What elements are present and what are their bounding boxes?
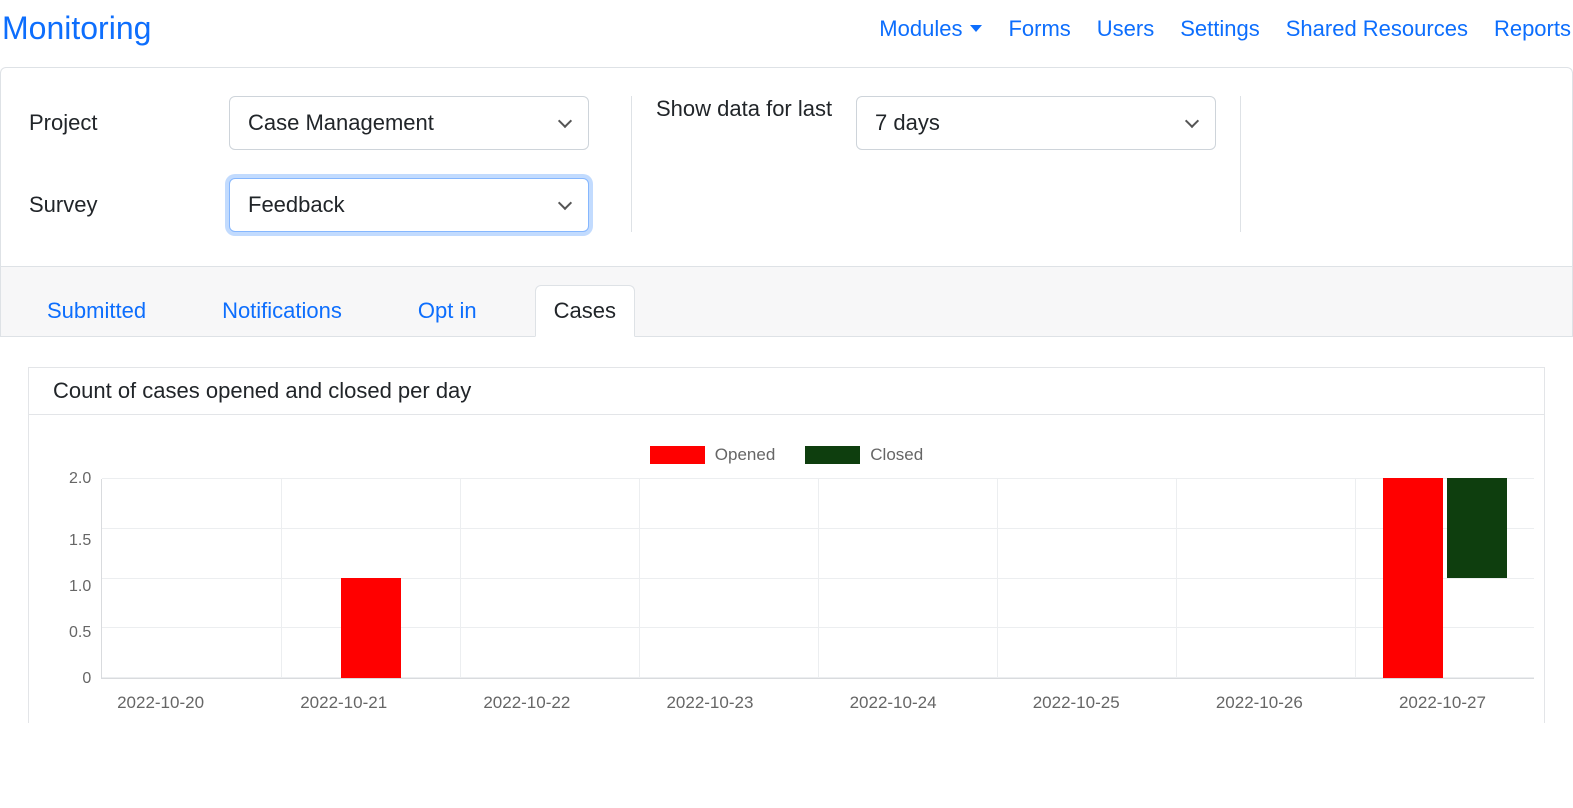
- nav-reports[interactable]: Reports: [1494, 16, 1571, 42]
- nav-users[interactable]: Users: [1097, 16, 1154, 42]
- gridline: [639, 479, 640, 678]
- chart-title: Count of cases opened and closed per day: [28, 367, 1545, 415]
- nav-settings[interactable]: Settings: [1180, 16, 1260, 42]
- bar-group: [281, 578, 460, 678]
- legend-closed: Closed: [805, 445, 923, 465]
- chart-legend: Opened Closed: [39, 445, 1534, 465]
- project-label: Project: [29, 110, 229, 136]
- survey-select-value: Feedback: [248, 192, 345, 218]
- legend-swatch-closed: [805, 446, 860, 464]
- gridline: [460, 479, 461, 678]
- bar: [1383, 478, 1443, 678]
- page-title: Monitoring: [2, 10, 151, 47]
- nav-label: Modules: [879, 16, 962, 42]
- legend-swatch-opened: [650, 446, 705, 464]
- top-nav: Modules Forms Users Settings Shared Reso…: [879, 16, 1571, 42]
- project-select[interactable]: Case Management: [229, 96, 589, 150]
- x-tick: 2022-10-23: [618, 693, 801, 713]
- bar: [341, 578, 401, 678]
- y-tick: 0.5: [69, 625, 91, 641]
- x-tick: 2022-10-20: [69, 693, 252, 713]
- range-select[interactable]: 7 days: [856, 96, 1216, 150]
- legend-label: Opened: [715, 445, 776, 465]
- tab-opt-in[interactable]: Opt in: [400, 286, 495, 336]
- bar-group: [1355, 478, 1534, 678]
- chevron-down-icon: [558, 114, 572, 128]
- chart-card: Count of cases opened and closed per day…: [28, 367, 1545, 723]
- y-tick: 2.0: [69, 471, 91, 487]
- tab-notifications[interactable]: Notifications: [204, 286, 360, 336]
- y-tick: 1.5: [69, 533, 91, 549]
- chevron-down-icon: [558, 196, 572, 210]
- tab-cases[interactable]: Cases: [535, 285, 635, 337]
- nav-shared-resources[interactable]: Shared Resources: [1286, 16, 1468, 42]
- gridline: [818, 479, 819, 678]
- x-tick: 2022-10-21: [252, 693, 435, 713]
- x-tick: 2022-10-24: [802, 693, 985, 713]
- survey-label: Survey: [29, 192, 229, 218]
- range-select-value: 7 days: [875, 110, 940, 136]
- gridline: [1176, 479, 1177, 678]
- y-axis: 2.01.51.00.50: [69, 479, 101, 679]
- x-tick: 2022-10-25: [985, 693, 1168, 713]
- gridline: [997, 479, 998, 678]
- survey-select[interactable]: Feedback: [229, 178, 589, 232]
- nav-forms[interactable]: Forms: [1008, 16, 1070, 42]
- chevron-down-icon: [1185, 114, 1199, 128]
- tab-bar: Submitted Notifications Opt in Cases: [0, 266, 1573, 337]
- range-label: Show data for last: [656, 96, 856, 122]
- bar: [1447, 478, 1507, 578]
- tab-submitted[interactable]: Submitted: [29, 286, 164, 336]
- x-tick: 2022-10-27: [1351, 693, 1534, 713]
- x-tick: 2022-10-26: [1168, 693, 1351, 713]
- y-tick: 1.0: [69, 579, 91, 595]
- y-tick: 0: [82, 671, 91, 687]
- project-select-value: Case Management: [248, 110, 434, 136]
- plot: [101, 479, 1534, 679]
- chart-area: Opened Closed 2.01.51.00.50 2022-10-2020…: [28, 415, 1545, 723]
- filter-panel: Project Case Management Survey Feedback …: [0, 67, 1573, 266]
- caret-down-icon: [970, 25, 982, 32]
- legend-label: Closed: [870, 445, 923, 465]
- x-axis: 2022-10-202022-10-212022-10-222022-10-23…: [69, 693, 1534, 713]
- x-tick: 2022-10-22: [435, 693, 618, 713]
- legend-opened: Opened: [650, 445, 776, 465]
- nav-modules[interactable]: Modules: [879, 16, 982, 42]
